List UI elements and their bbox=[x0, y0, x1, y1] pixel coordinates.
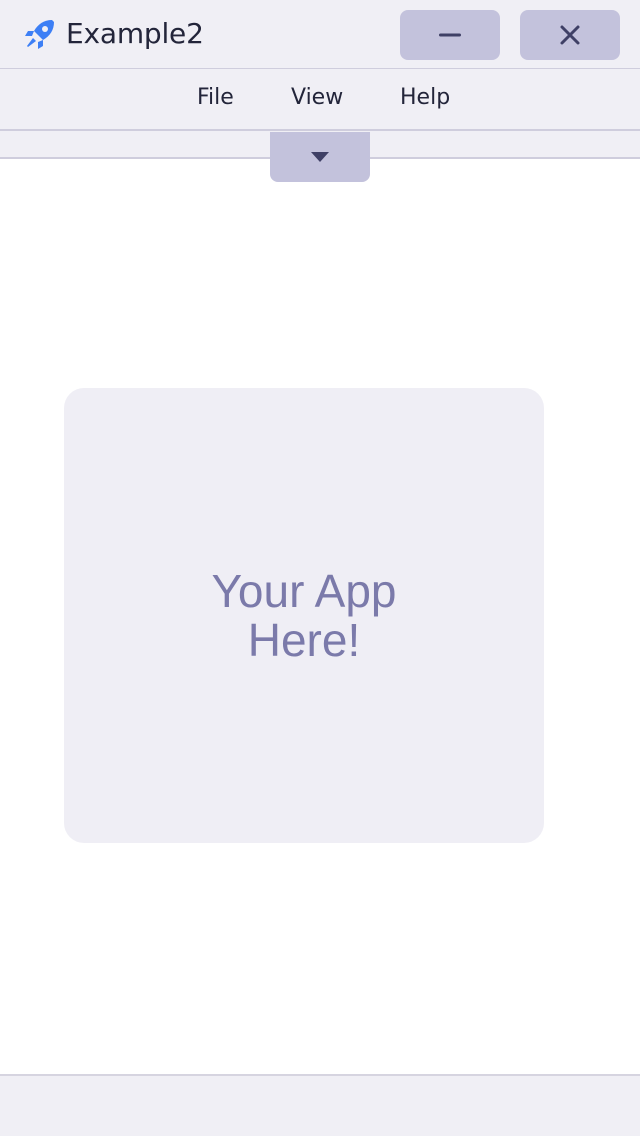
title-bar: Example2 bbox=[0, 0, 640, 69]
rocket-icon bbox=[25, 20, 54, 49]
menu-item-view[interactable]: View bbox=[291, 83, 343, 113]
window-title: Example2 bbox=[66, 17, 204, 50]
menu-item-help[interactable]: Help bbox=[400, 83, 450, 113]
menu-item-file[interactable]: File bbox=[197, 83, 234, 113]
caret-down-icon bbox=[311, 152, 329, 162]
minus-icon bbox=[439, 33, 461, 37]
app-placeholder-text: Your App Here! bbox=[211, 564, 397, 666]
close-button[interactable] bbox=[520, 10, 620, 60]
app-placeholder-card: Your App Here! bbox=[64, 388, 544, 843]
close-icon bbox=[560, 25, 580, 45]
toolbar-toggle-button[interactable] bbox=[270, 132, 370, 182]
bottom-bar bbox=[0, 1074, 640, 1136]
minimize-button[interactable] bbox=[400, 10, 500, 60]
menu-bar: File View Help bbox=[0, 69, 640, 131]
